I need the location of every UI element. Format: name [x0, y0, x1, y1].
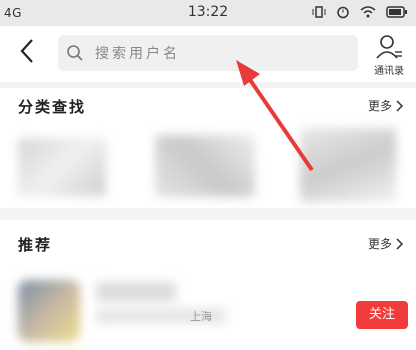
annotation-arrow-icon: [236, 60, 314, 172]
